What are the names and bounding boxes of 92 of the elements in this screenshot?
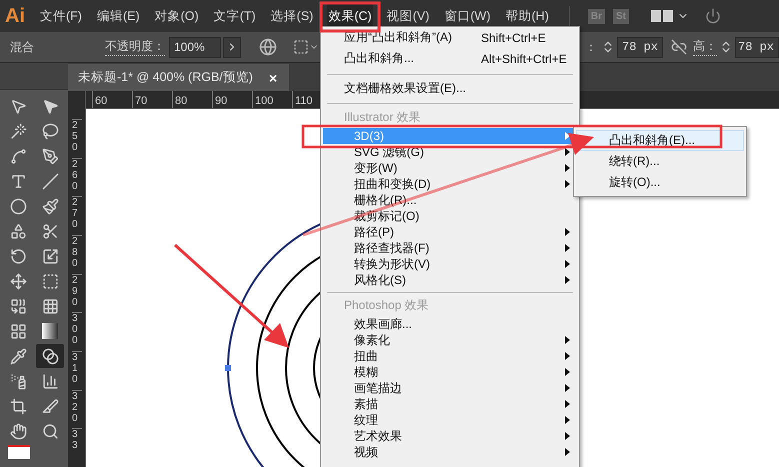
ruler-label: 33 xyxy=(72,428,82,467)
lasso-icon xyxy=(42,122,58,140)
paintbrush-icon xyxy=(42,198,58,214)
ellipse-icon xyxy=(10,198,26,214)
unlink-icon[interactable] xyxy=(671,39,687,55)
menu-title[interactable]: 帮助(H) xyxy=(504,4,550,28)
menu-item[interactable]: 路径查找器(F) xyxy=(323,240,577,256)
magic-wand-icon xyxy=(10,122,26,140)
ruler-label: 70 xyxy=(132,91,172,108)
eyedropper-icon xyxy=(10,348,26,364)
menu-item[interactable]: 转换为形状(V) xyxy=(323,256,577,272)
menu-item[interactable]: 像素化 xyxy=(323,332,577,348)
ruler-label: 250 xyxy=(72,119,82,158)
app-logo: Ai xyxy=(5,4,25,28)
width-label: ： xyxy=(585,38,597,56)
menu-section-header: Photoshop 效果 xyxy=(343,296,430,314)
ruler-label: 300 xyxy=(72,312,82,352)
menu-title[interactable]: 文字(T) xyxy=(212,4,257,28)
menu-title[interactable]: 窗口(W) xyxy=(443,4,492,28)
menu-title[interactable]: 选择(S) xyxy=(270,4,314,28)
ruler-label: 320 xyxy=(72,390,82,428)
shape-builder-icon xyxy=(42,348,58,364)
menu-item[interactable]: 绕转(R)... xyxy=(576,151,744,172)
combine-icon xyxy=(10,298,26,314)
height-field[interactable]: 78 px xyxy=(735,36,779,58)
ruler-label: 90 xyxy=(212,91,252,108)
menu-item[interactable]: 纹理 xyxy=(323,412,577,428)
spray-can-icon xyxy=(10,372,26,390)
ruler-label: 260 xyxy=(72,158,82,196)
menu-item[interactable]: 变形(W) xyxy=(323,160,577,176)
ruler-label: 290 xyxy=(72,274,82,312)
document-title: 未标题-1* @ 400% (RGB/预览) xyxy=(78,69,253,86)
scissors-icon xyxy=(42,222,58,240)
opacity-label: 不透明度： xyxy=(105,38,165,56)
menu-item[interactable]: 风格化(S) xyxy=(323,272,577,288)
hand-icon xyxy=(10,422,26,440)
document-tab[interactable]: 未标题-1* @ 400% (RGB/预览) × xyxy=(68,64,290,91)
crop-icon xyxy=(10,398,26,414)
menu-item[interactable]: 视频 xyxy=(323,444,577,460)
tool-button[interactable] xyxy=(36,344,64,368)
ruler-label: 310 xyxy=(72,351,82,390)
menu-item[interactable]: 艺术效果 xyxy=(323,428,577,444)
menu-item[interactable]: 路径(P) xyxy=(323,224,577,240)
opacity-field[interactable]: 100% xyxy=(169,36,221,58)
menu-title[interactable]: 视图(V) xyxy=(386,4,430,28)
fill-swatch[interactable] xyxy=(8,445,30,459)
workspace-layout-icon[interactable] xyxy=(650,10,673,22)
rotate-icon xyxy=(10,248,26,264)
grid-icon xyxy=(42,298,58,314)
search-icon xyxy=(42,422,58,440)
ruler-label: 280 xyxy=(72,235,82,274)
menu-item[interactable]: 栅格化(R)... xyxy=(323,192,577,208)
menu-title[interactable]: 文件(F) xyxy=(39,4,83,28)
menu-section-header: Illustrator 效果 xyxy=(343,108,422,126)
menu-item[interactable]: 扭曲 xyxy=(323,348,577,364)
pen-icon xyxy=(42,148,58,164)
annotation-frame xyxy=(320,2,380,32)
menu-item[interactable]: 凸出和斜角... Alt+Shift+Ctrl+E xyxy=(323,48,577,69)
ruler-label: 270 xyxy=(72,196,82,236)
dashed-square-icon[interactable] xyxy=(293,39,309,55)
filled-arrow-pointer-icon xyxy=(42,98,58,114)
type-icon xyxy=(10,172,26,190)
scale-icon xyxy=(42,248,58,264)
menu-item[interactable]: 旋转(O)... xyxy=(576,172,744,193)
height-label: 高： xyxy=(693,38,717,56)
menu-item[interactable]: 扭曲和变换(D) xyxy=(323,176,577,192)
blend-label: 混合 xyxy=(10,38,35,56)
line-icon xyxy=(42,172,58,190)
menu-item[interactable]: 模糊 xyxy=(323,364,577,380)
dashed-square-icon xyxy=(42,272,58,290)
menu-item[interactable]: 素描 xyxy=(323,396,577,412)
knife-icon xyxy=(42,398,58,414)
ruler-label: 80 xyxy=(172,91,212,108)
curve-icon xyxy=(10,148,26,164)
gradient-icon xyxy=(42,323,58,339)
arrow-pointer-icon xyxy=(10,98,26,114)
menu-item[interactable]: 效果画廊... xyxy=(323,316,577,332)
close-tab-button[interactable]: × xyxy=(268,70,278,86)
power-icon[interactable] xyxy=(704,8,721,24)
ruler-label: 100 xyxy=(252,91,292,108)
globe-icon[interactable] xyxy=(259,38,277,56)
menu-title[interactable]: 对象(O) xyxy=(154,4,200,28)
width-field[interactable]: 78 px xyxy=(617,36,663,58)
mesh-icon xyxy=(10,322,26,340)
menu-title[interactable]: 编辑(E) xyxy=(96,4,141,28)
shapes-icon xyxy=(10,222,26,240)
menu-item[interactable]: 裁剪标记(O) xyxy=(323,208,577,224)
menu-item[interactable]: 画笔描边 xyxy=(323,380,577,396)
bar-chart-icon xyxy=(42,372,58,390)
move-icon xyxy=(10,272,26,290)
opacity-expand-button[interactable] xyxy=(223,36,241,58)
ruler-label: 60 xyxy=(92,91,132,108)
